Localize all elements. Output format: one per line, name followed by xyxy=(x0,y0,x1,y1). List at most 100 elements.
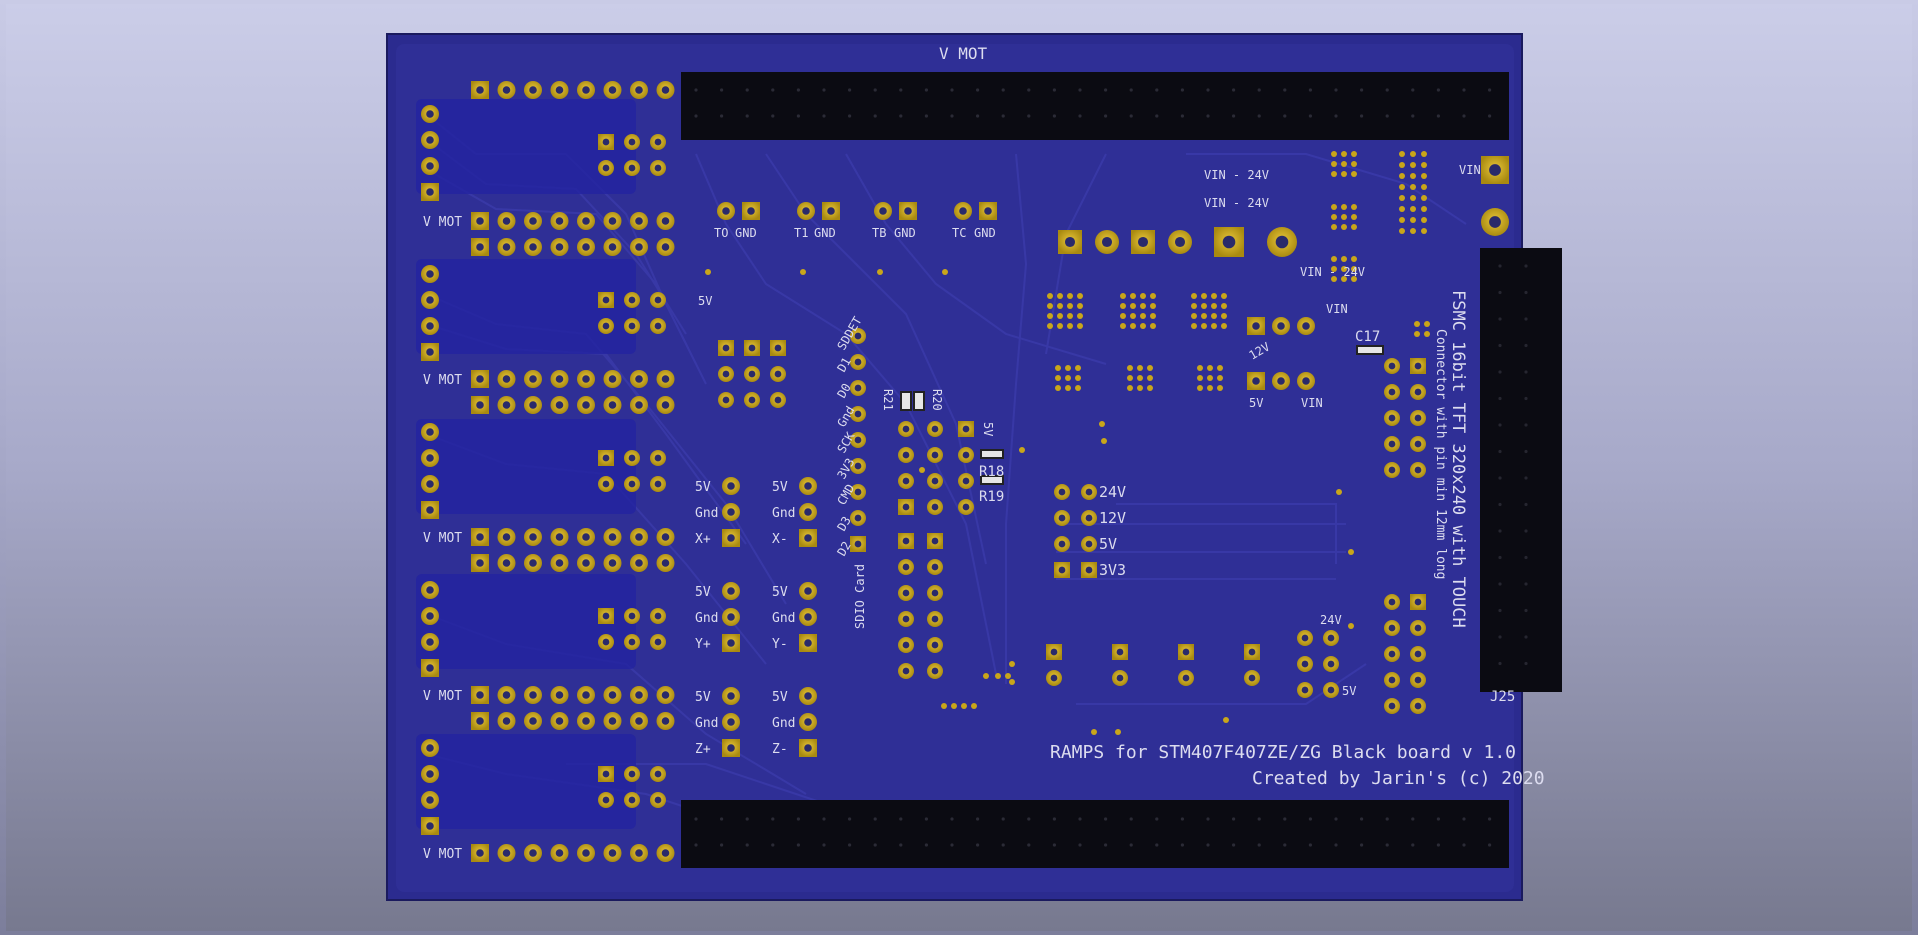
pad-hole xyxy=(635,533,643,541)
pad-hole xyxy=(661,533,670,541)
header-pin xyxy=(848,88,852,92)
pad-hole xyxy=(529,243,537,251)
endstop-pin-label: 5V xyxy=(695,690,711,705)
pad-hole xyxy=(582,849,590,857)
via xyxy=(1130,323,1136,329)
via xyxy=(1217,365,1223,371)
header-pin xyxy=(1027,843,1031,847)
pad-hole xyxy=(661,691,670,699)
pad-hole xyxy=(1058,488,1066,496)
pcb-board-render[interactable]: V MOT V MOT V MOT V MOT V MOT V MOT TO GND T… xyxy=(6,4,1912,931)
header-pin xyxy=(1257,114,1261,118)
pad-hole xyxy=(635,86,643,94)
header-pin xyxy=(950,817,954,821)
pad-hole xyxy=(529,559,537,567)
pad-hole xyxy=(426,296,434,304)
pad-hole xyxy=(654,638,662,646)
pad-hole xyxy=(635,691,643,699)
header-pin xyxy=(899,843,903,847)
pad-hole xyxy=(602,480,610,488)
header-pin xyxy=(1498,635,1502,639)
via xyxy=(1101,438,1107,444)
vmot-label: V MOT xyxy=(423,689,462,704)
header-pin xyxy=(720,843,724,847)
header-pin xyxy=(924,843,929,847)
pad-hole xyxy=(635,849,643,857)
thermistor-label-0a: TO xyxy=(714,226,728,240)
via xyxy=(705,269,711,275)
endstop-pin-label: 5V xyxy=(772,690,788,705)
pad-hole xyxy=(555,375,564,383)
header-pin xyxy=(1104,817,1108,821)
via xyxy=(1057,313,1063,319)
pad-hole xyxy=(931,477,939,485)
pad-hole xyxy=(1174,236,1186,248)
pad-hole xyxy=(1388,440,1396,448)
header-pin xyxy=(771,817,775,821)
via xyxy=(1341,204,1347,210)
via xyxy=(1075,365,1081,371)
pad-hole xyxy=(854,384,862,392)
header-pin xyxy=(1524,343,1528,348)
header-pin xyxy=(1498,502,1502,507)
vmot-label: V MOT xyxy=(423,847,462,862)
header-pin xyxy=(1257,817,1261,821)
header-pin xyxy=(873,817,877,821)
via xyxy=(1055,375,1061,381)
header-pin xyxy=(1078,817,1082,821)
pad-hole xyxy=(804,692,812,700)
via xyxy=(877,269,883,275)
pad-hole xyxy=(804,534,812,542)
via xyxy=(1351,214,1357,220)
pad-hole xyxy=(904,207,912,215)
via xyxy=(1065,375,1071,381)
pad-hole xyxy=(602,638,610,646)
thermistor-label-2b: GND xyxy=(894,226,916,240)
jumper-5v-b-label: 5V xyxy=(1342,684,1356,698)
via xyxy=(1067,313,1073,319)
via xyxy=(1348,549,1354,555)
via xyxy=(1120,303,1126,309)
pad-hole xyxy=(774,344,782,352)
via xyxy=(1421,184,1427,190)
pad-hole xyxy=(1388,414,1396,422)
header-pin xyxy=(822,114,826,118)
pad-hole xyxy=(727,744,735,752)
pad-hole xyxy=(1327,660,1335,668)
endstop-pin-label: Gnd xyxy=(772,506,795,521)
rail-12v-label: 12V xyxy=(1099,509,1126,527)
pad-hole xyxy=(1222,235,1236,249)
pad-hole xyxy=(529,217,537,225)
header-pin xyxy=(1283,843,1287,847)
pad-hole xyxy=(774,370,782,378)
pad-hole xyxy=(635,243,643,251)
header-pin xyxy=(1104,88,1108,92)
pad-hole xyxy=(654,296,662,304)
header-pin xyxy=(1498,476,1502,480)
header-pin xyxy=(1524,264,1528,268)
via xyxy=(1207,375,1213,381)
header-pin xyxy=(720,114,724,118)
pad-hole xyxy=(635,717,643,725)
header-pin xyxy=(1436,88,1440,92)
pad-hole xyxy=(727,613,735,621)
endstop-pin-label: Gnd xyxy=(772,716,795,731)
pad-hole xyxy=(426,270,434,278)
header-pin xyxy=(1155,114,1159,118)
via xyxy=(1341,256,1347,262)
via xyxy=(1331,151,1337,157)
3d-viewer-canvas[interactable]: V MOT V MOT V MOT V MOT V MOT V MOT TO GND T… xyxy=(6,4,1912,931)
thermistor-label-0b: GND xyxy=(735,226,757,240)
pad-hole xyxy=(476,533,484,541)
pad-hole xyxy=(1327,634,1335,642)
pad-hole xyxy=(502,243,511,251)
smd-component xyxy=(980,449,1004,459)
via xyxy=(1140,303,1146,309)
via xyxy=(1201,323,1207,329)
header-pin xyxy=(1462,114,1466,118)
header-pin xyxy=(1385,817,1389,821)
via xyxy=(951,703,957,709)
header-pin xyxy=(1524,396,1528,401)
via xyxy=(1399,195,1405,201)
pad-hole xyxy=(854,358,862,366)
